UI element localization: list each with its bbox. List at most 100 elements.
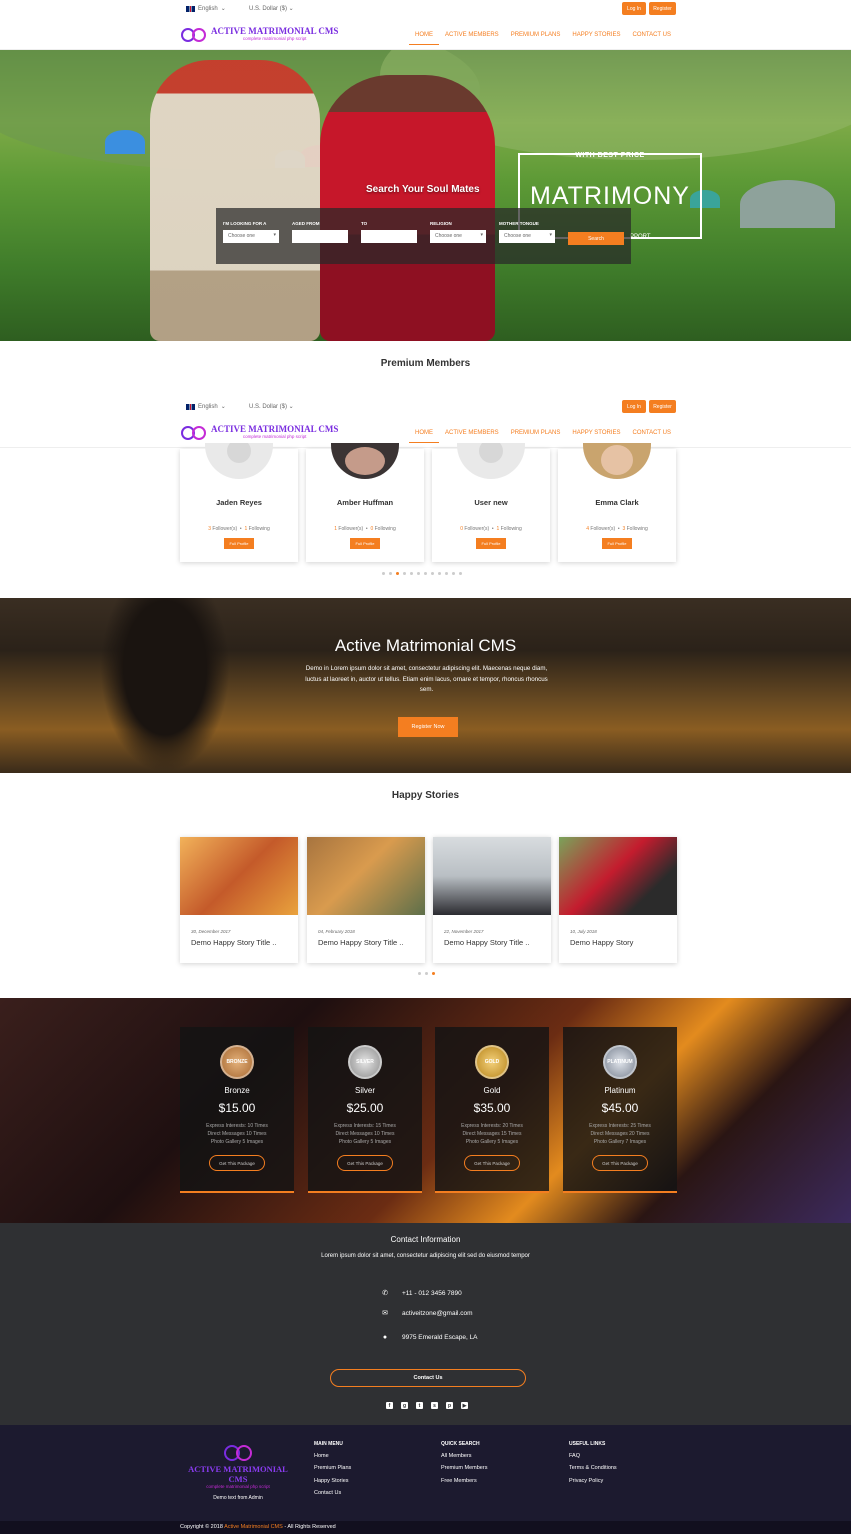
aged-from-label: AGED FROM (292, 221, 320, 226)
get-package-button[interactable]: Get This Package (209, 1155, 265, 1171)
carousel-dot[interactable] (403, 572, 406, 575)
nav-active-members[interactable]: ACTIVE MEMBERS (439, 32, 505, 45)
plan-name: Platinum (604, 1086, 636, 1095)
aged-to-input[interactable] (361, 230, 417, 243)
carousel-dot[interactable] (382, 572, 385, 575)
carousel-dot[interactable] (417, 572, 420, 575)
nav-contact-us[interactable]: CONTACT US (627, 32, 677, 45)
get-package-button[interactable]: Get This Package (337, 1155, 393, 1171)
religion-select[interactable]: Choose one (430, 230, 486, 243)
story-image (559, 837, 677, 915)
nav-happy-stories[interactable]: HAPPY STORIES (566, 430, 626, 443)
youtube-icon[interactable]: ▶ (461, 1402, 468, 1409)
mother-tongue-select[interactable]: Choose one (499, 230, 555, 243)
footer-link[interactable]: Contact Us (314, 1487, 351, 1499)
logo-title: ACTIVE MATRIMONIAL CMS (211, 423, 339, 434)
search-button[interactable]: Search (568, 232, 624, 245)
carousel-dot[interactable] (459, 572, 462, 575)
footer-demo-text: Demo text from Admin (213, 1495, 263, 1501)
carousel-dot-active[interactable] (432, 972, 435, 975)
sticky-currency-selector[interactable]: U.S. Dollar ($) ⌄ (249, 403, 294, 410)
member-follow-stats: 1 Follower(s) • 0 Following (334, 526, 396, 532)
plan-card-bronze: BRONZE Bronze $15.00 Express Interests: … (180, 1027, 294, 1193)
full-profile-button[interactable]: Full Profile (224, 538, 254, 549)
story-card[interactable]: 04, February 2018 Demo Happy Story Title… (307, 837, 425, 963)
story-card[interactable]: 30, December 2017 Demo Happy Story Title… (180, 837, 298, 963)
carousel-dot[interactable] (410, 572, 413, 575)
sticky-top-bar: English ⌄ U.S. Dollar ($) ⌄ Log In Regis… (0, 398, 851, 416)
currency-selector[interactable]: U.S. Dollar ($) ⌄ (249, 5, 294, 12)
twitter-icon[interactable]: t (416, 1402, 423, 1409)
member-follow-stats: 0 Follower(s) • 1 Following (460, 526, 522, 532)
carousel-dot[interactable] (424, 572, 427, 575)
copyright-brand-link[interactable]: Active Matrimonial CMS (224, 1524, 283, 1530)
footer-logo[interactable]: ACTIVE MATRIMONIAL CMS complete matrimon… (186, 1441, 290, 1501)
register-now-button[interactable]: Register Now (398, 717, 458, 737)
contact-us-button[interactable]: Contact Us (330, 1369, 526, 1387)
footer-link[interactable]: Privacy Policy (569, 1475, 617, 1487)
full-profile-button[interactable]: Full Profile (476, 538, 506, 549)
plan-name: Bronze (224, 1086, 250, 1095)
footer-link[interactable]: All Members (441, 1450, 487, 1462)
rings-logo-icon (180, 422, 208, 442)
footer-link[interactable]: Home (314, 1450, 351, 1462)
carousel-dot-active[interactable] (396, 572, 399, 575)
sticky-language-selector[interactable]: English ⌄ (186, 403, 226, 410)
full-profile-button[interactable]: Full Profile (350, 538, 380, 549)
skype-icon[interactable]: s (431, 1402, 438, 1409)
story-card[interactable]: 22, November 2017 Demo Happy Story Title… (433, 837, 551, 963)
nav-happy-stories[interactable]: HAPPY STORIES (566, 32, 626, 45)
register-button[interactable]: Register (649, 2, 676, 15)
story-title[interactable]: Demo Happy Story Title .. (444, 938, 529, 947)
carousel-dot[interactable] (431, 572, 434, 575)
promo-top: WITH BEST PRICE (575, 152, 645, 159)
carousel-dot[interactable] (438, 572, 441, 575)
sticky-register-button[interactable]: Register (649, 400, 676, 413)
get-package-button[interactable]: Get This Package (592, 1155, 648, 1171)
story-title[interactable]: Demo Happy Story Title .. (191, 938, 276, 947)
footer-link[interactable]: Terms & Conditions (569, 1462, 617, 1474)
nav-active-members[interactable]: ACTIVE MEMBERS (439, 430, 505, 443)
full-profile-button[interactable]: Full Profile (602, 538, 632, 549)
sticky-login-button[interactable]: Log In (622, 400, 646, 413)
story-title[interactable]: Demo Happy Story (570, 938, 633, 947)
footer-link[interactable]: Premium Members (441, 1462, 487, 1474)
nav-premium-plans[interactable]: PREMIUM PLANS (505, 32, 567, 45)
story-card[interactable]: 10, July 2018 Demo Happy Story (559, 837, 677, 963)
nav-home[interactable]: HOME (409, 430, 439, 443)
sticky-site-logo[interactable]: ACTIVE MATRIMONIAL CMS complete matrimon… (180, 422, 338, 442)
footer-link[interactable]: FAQ (569, 1450, 617, 1462)
aged-from-input[interactable] (292, 230, 348, 243)
nav-premium-plans[interactable]: PREMIUM PLANS (505, 430, 567, 443)
carousel-dot[interactable] (389, 572, 392, 575)
currency-label: U.S. Dollar ($) (249, 6, 288, 12)
plan-features: Express Interests: 15 Times Direct Messag… (334, 1123, 396, 1145)
search-form: I'M LOOKING FOR A Choose one AGED FROM T… (216, 208, 631, 264)
google-plus-icon[interactable]: g (401, 1402, 408, 1409)
member-avatar (205, 443, 273, 479)
nav-home[interactable]: HOME (409, 32, 439, 45)
footer-link[interactable]: Happy Stories (314, 1475, 351, 1487)
carousel-dot[interactable] (425, 972, 428, 975)
phone-number: +11 - 012 3456 7890 (402, 1289, 462, 1297)
footer-link[interactable]: Premium Plans (314, 1462, 351, 1474)
facebook-icon[interactable]: f (386, 1402, 393, 1409)
logo-tagline: complete matrimonial php script (242, 35, 307, 41)
carousel-dot[interactable] (445, 572, 448, 575)
login-button[interactable]: Log In (622, 2, 646, 15)
contact-section: Contact Information Lorem ipsum dolor si… (0, 1223, 851, 1425)
pinterest-icon[interactable]: p (446, 1402, 453, 1409)
site-logo[interactable]: ACTIVE MATRIMONIAL CMS complete matrimon… (180, 24, 338, 44)
footer-main-menu-title: MAIN MENU (314, 1441, 343, 1447)
carousel-dot[interactable] (418, 972, 421, 975)
looking-for-select[interactable]: Choose one (223, 230, 279, 243)
nav-contact-us[interactable]: CONTACT US (627, 430, 677, 443)
language-selector[interactable]: English ⌄ (186, 5, 226, 12)
about-title: Active Matrimonial CMS (334, 636, 517, 655)
aged-to-field: TO (361, 221, 417, 243)
carousel-dot[interactable] (452, 572, 455, 575)
story-title[interactable]: Demo Happy Story Title .. (318, 938, 403, 947)
get-package-button[interactable]: Get This Package (464, 1155, 520, 1171)
footer-link[interactable]: Free Members (441, 1475, 487, 1487)
promo-bottom: PPORT (630, 234, 651, 240)
